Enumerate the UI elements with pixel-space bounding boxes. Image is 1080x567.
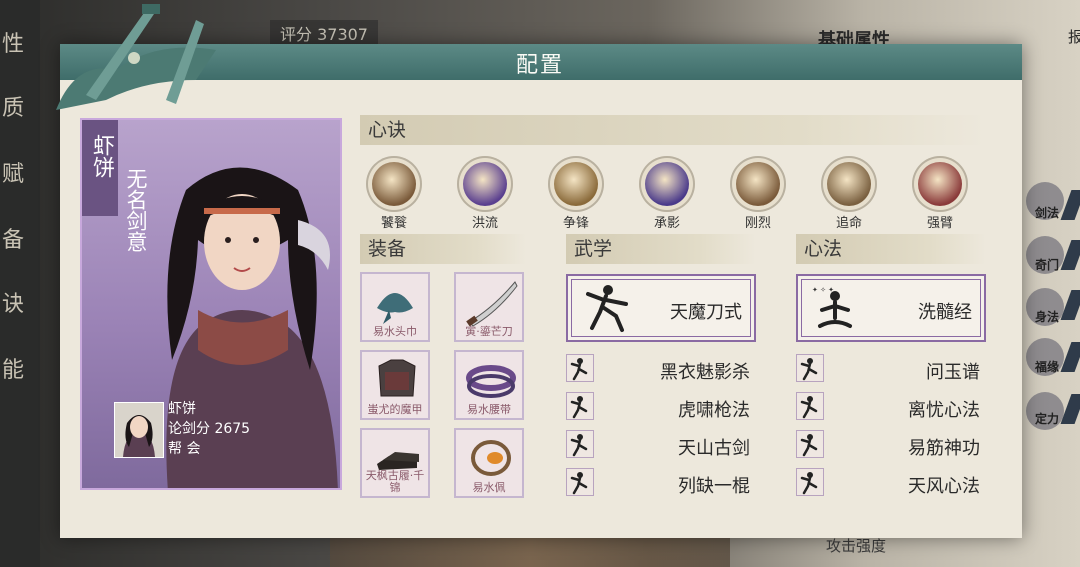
inner-art-icon <box>796 430 824 458</box>
martial-figure-icon <box>586 285 628 332</box>
martial-skill-icon <box>566 354 594 382</box>
xinfa-skill-row[interactable]: 问玉谱 <box>796 354 988 384</box>
martial-skill-icon <box>566 468 594 496</box>
equip-name: 蚩尤的魔甲 <box>367 403 423 416</box>
equip-name: 天枫古履·千锦 <box>365 469 425 494</box>
xinjue-emblem-icon <box>736 162 780 206</box>
equip-slot-pendant[interactable]: 易水佩 <box>454 428 524 498</box>
wuxue-skill-name: 列缺一棍 <box>678 476 750 497</box>
xinfa-skill-row[interactable]: 易筋神功 <box>796 430 988 460</box>
wuxue-skill-row[interactable]: 黑衣魅影杀 <box>566 354 758 384</box>
xinjue-emblem-icon <box>645 162 689 206</box>
xinfa-skill-row[interactable]: 离忧心法 <box>796 392 988 422</box>
headscarf-icon <box>377 293 413 324</box>
xinfa-skill-name: 天风心法 <box>908 476 980 497</box>
xinjue-label: 强臂 <box>926 216 953 231</box>
xinjue-slot-1[interactable] <box>457 156 513 212</box>
armor-icon <box>378 359 416 397</box>
xinjue-slot-4[interactable] <box>730 156 786 212</box>
martial-skill-icon <box>566 430 594 458</box>
xinjue-label: 洪流 <box>471 216 498 231</box>
attr-label-fuyuan: 福缘 <box>1034 360 1059 374</box>
saber-icon <box>466 281 518 327</box>
xinjue-slot-5[interactable] <box>821 156 877 212</box>
equip-name: 易水头巾 <box>373 325 417 338</box>
xinjue-slot-0[interactable] <box>366 156 422 212</box>
equip-name: 寅·鎏芒刀 <box>465 325 513 338</box>
attr-label-shenfa: 身法 <box>1034 310 1059 324</box>
wuxue-header: 武学 <box>566 234 756 264</box>
xinfa-header: 心法 <box>796 234 986 264</box>
xinfa-main-name: 洗髓经 <box>918 302 972 323</box>
inner-art-icon <box>796 468 824 496</box>
xinjue-slot-6[interactable] <box>912 156 968 212</box>
wuxue-main-name: 天魔刀式 <box>670 302 742 323</box>
left-tab-4[interactable]: 备 <box>2 222 36 262</box>
equipment-header: 装备 <box>360 234 526 264</box>
wuxue-main-slot[interactable]: 天魔刀式 <box>566 274 756 342</box>
xinjue-emblem-icon <box>827 162 871 206</box>
equip-slot-boots[interactable]: 天枫古履·千锦 <box>360 428 430 498</box>
lunjian-score: 论剑分 2675 <box>168 421 251 437</box>
attack-strength-label: 攻击强度 <box>826 537 887 555</box>
score-label: 评分 37307 <box>270 20 378 46</box>
xinjue-label: 刚烈 <box>744 216 771 231</box>
xinjue-label: 承影 <box>653 216 680 231</box>
xinfa-main-slot[interactable]: ✦ ✧ ✦ 洗髓经 <box>796 274 986 342</box>
xinjue-emblem-icon <box>372 162 416 206</box>
equip-slot-weapon[interactable]: 寅·鎏芒刀 <box>454 272 524 342</box>
pendant-icon <box>471 440 511 476</box>
xinfa-skill-name: 易筋神功 <box>908 438 980 459</box>
xinjue-label: 饕餮 <box>380 216 407 231</box>
martial-skill-icon <box>566 392 594 420</box>
character-title: 无名剑意 <box>124 168 148 252</box>
wuxue-skill-row[interactable]: 虎啸枪法 <box>566 392 758 422</box>
equip-name: 易水腰带 <box>467 403 511 416</box>
xinjue-emblem-icon <box>463 162 507 206</box>
character-card: 虾饼 无名剑意 虾饼 论剑分 2675 帮 会 <box>80 118 342 490</box>
left-tab-3[interactable]: 赋 <box>2 156 36 196</box>
xinjue-slot-3[interactable] <box>639 156 695 212</box>
background-decoration <box>330 538 730 567</box>
xinfa-skill-name: 离忧心法 <box>908 400 980 421</box>
inner-art-icon <box>796 354 824 382</box>
equip-slot-belt[interactable]: 易水腰带 <box>454 350 524 420</box>
left-tab-5[interactable]: 诀 <box>2 286 36 326</box>
avatar-portrait-icon <box>123 415 155 457</box>
attr-label-dingli: 定力 <box>1034 412 1059 426</box>
wuxue-skill-name: 虎啸枪法 <box>678 400 750 421</box>
xinjue-header: 心诀 <box>360 115 986 145</box>
right-tab[interactable]: 报 <box>1068 26 1080 47</box>
meditation-figure-icon: ✦ ✧ ✦ <box>812 286 852 328</box>
equip-name: 易水佩 <box>472 481 506 494</box>
xinjue-label: 争锋 <box>562 216 589 231</box>
attr-label-qimen: 奇门 <box>1034 258 1059 272</box>
xinfa-skill-name: 问玉谱 <box>926 362 980 383</box>
left-tab-column <box>0 0 40 567</box>
attr-label-jianfa: 剑法 <box>1034 206 1059 220</box>
svg-text:✦ ✧ ✦: ✦ ✧ ✦ <box>812 286 834 294</box>
player-name: 虾饼 <box>168 401 196 417</box>
xinfa-skill-row[interactable]: 天风心法 <box>796 468 988 498</box>
xinjue-emblem-icon <box>554 162 598 206</box>
wuxue-skill-name: 天山古剑 <box>678 438 750 459</box>
equip-slot-head[interactable]: 易水头巾 <box>360 272 430 342</box>
equip-slot-armor[interactable]: 蚩尤的魔甲 <box>360 350 430 420</box>
left-tab-6[interactable]: 能 <box>2 352 36 392</box>
character-name: 虾饼 <box>89 134 114 178</box>
left-tab-2[interactable]: 质 <box>2 90 36 130</box>
wuxue-skill-name: 黑衣魅影杀 <box>660 362 750 383</box>
wuxue-skill-row[interactable]: 列缺一棍 <box>566 468 758 498</box>
xinjue-label: 追命 <box>835 216 862 231</box>
dialog-title: 配置 <box>515 53 564 78</box>
inner-art-icon <box>796 392 824 420</box>
xinjue-emblem-icon <box>918 162 962 206</box>
guild-label: 帮 会 <box>168 441 201 457</box>
belt-icon <box>466 365 516 398</box>
player-avatar[interactable] <box>114 402 164 458</box>
wuxue-skill-row[interactable]: 天山古剑 <box>566 430 758 460</box>
xinjue-slot-2[interactable] <box>548 156 604 212</box>
